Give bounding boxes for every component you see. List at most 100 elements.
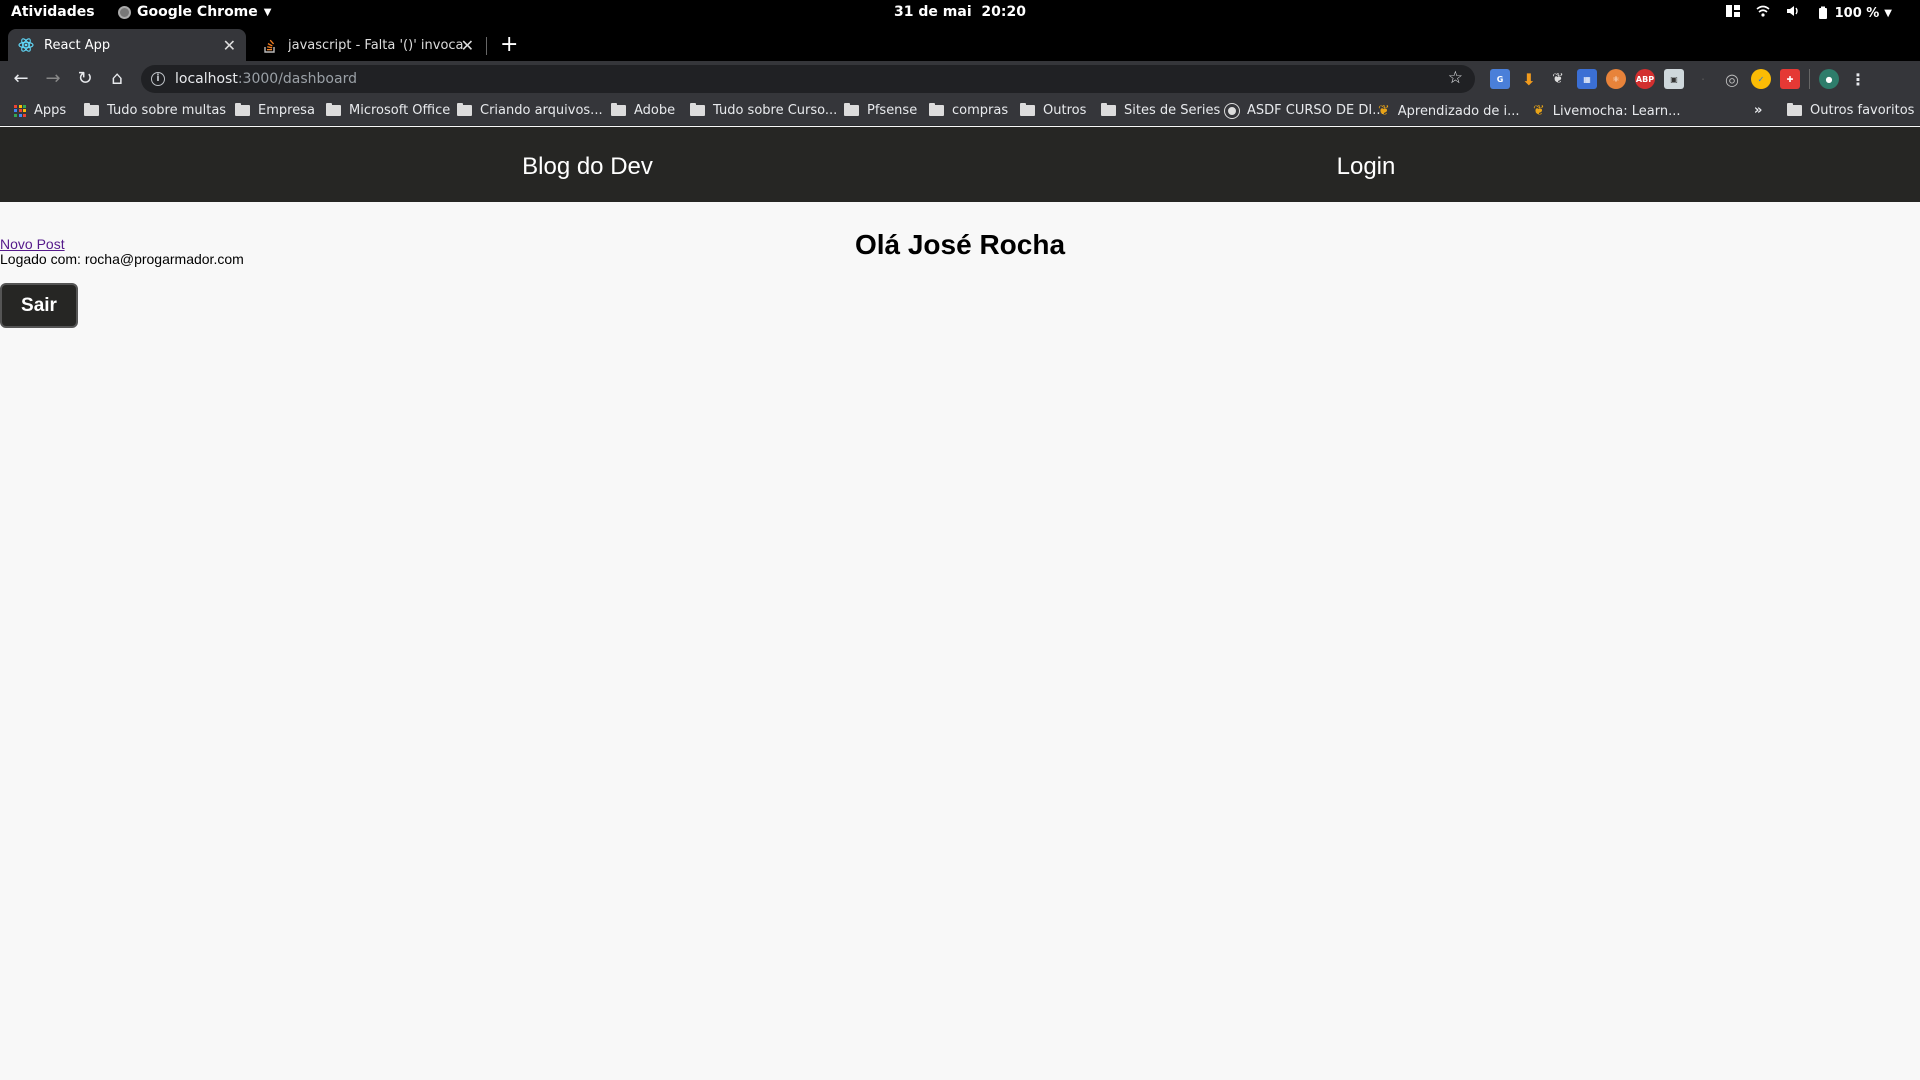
- bookmark-label: Adobe: [634, 103, 676, 118]
- bookmark-label: Tudo sobre multas: [107, 103, 227, 118]
- bookmark-apps[interactable]: Apps: [14, 103, 66, 118]
- bookmark-folder[interactable]: Criando arquivos...: [457, 103, 603, 118]
- info-icon[interactable]: i: [151, 72, 165, 86]
- battery-level: 100 %: [1834, 5, 1880, 21]
- folder-icon: [84, 103, 99, 116]
- system-top-bar: Atividades Google Chrome ▼ 31 de mai 20:…: [0, 0, 1920, 25]
- calendar-extension-icon[interactable]: ▦: [1577, 69, 1597, 89]
- folder-icon: [611, 103, 626, 116]
- download-extension-icon[interactable]: ⬇: [1519, 69, 1539, 89]
- folder-icon: [844, 103, 859, 116]
- bookmark-link[interactable]: ❦ Livemocha: Learn...: [1533, 103, 1681, 119]
- bookmark-star-icon[interactable]: ☆: [1448, 68, 1463, 88]
- bookmark-link[interactable]: ❦ Aprendizado de i...: [1378, 103, 1520, 119]
- battery-indicator[interactable]: 100 % ▼: [1816, 6, 1892, 21]
- profile-avatar[interactable]: ●: [1819, 69, 1839, 89]
- image-extension-icon[interactable]: ▣: [1664, 69, 1684, 89]
- wifi-icon[interactable]: [1756, 4, 1770, 22]
- globe-icon: [1225, 103, 1239, 118]
- back-button[interactable]: ←: [10, 68, 32, 90]
- bookmark-label: compras: [952, 103, 1009, 118]
- bookmark-folder[interactable]: Tudo sobre Curso...: [690, 103, 837, 118]
- bookmark-label: Sites de Series: [1124, 103, 1221, 118]
- tab-stackoverflow[interactable]: javascript - Falta '()' invocand ✕: [252, 29, 484, 61]
- circle-extension-icon[interactable]: ◎: [1722, 69, 1742, 89]
- clock-time: 20:20: [981, 4, 1026, 20]
- chevron-down-icon: ▼: [1884, 7, 1892, 19]
- url-path: :3000/dashboard: [237, 71, 357, 87]
- react-devtools-extension-icon[interactable]: ⚛: [1606, 69, 1626, 89]
- tab-react-app[interactable]: React App ✕: [8, 29, 246, 61]
- extension-icons: G ⬇ ❦ ▦ ⚛ ABP ▣ · ◎ ✓ ✚ ● ⋮: [1490, 69, 1868, 89]
- bookmark-link[interactable]: ASDF CURSO DE DI...: [1225, 103, 1385, 118]
- adblock-extension-icon[interactable]: ABP: [1635, 69, 1655, 89]
- livemocha-icon: ❦: [1378, 103, 1390, 119]
- bookmarks-overflow-label: »: [1754, 103, 1763, 118]
- menu-kebab-icon[interactable]: ⋮: [1848, 69, 1868, 89]
- logout-button[interactable]: Sair: [0, 283, 78, 328]
- google-extension-icon[interactable]: ✓: [1751, 69, 1771, 89]
- bookmarks-bar: Apps Tudo sobre multas Empresa Microsoft…: [0, 96, 1920, 126]
- new-tab-button[interactable]: +: [500, 32, 518, 58]
- battery-icon: [1818, 6, 1827, 19]
- stackoverflow-icon: [262, 37, 278, 53]
- clock-date: 31 de mai: [894, 4, 972, 20]
- new-post-link[interactable]: Novo Post: [0, 236, 65, 252]
- bookmark-folder[interactable]: Outros: [1020, 103, 1086, 118]
- wappalyzer-extension-icon[interactable]: ❦: [1548, 69, 1568, 89]
- reload-button[interactable]: ↻: [74, 68, 96, 90]
- site-brand-link[interactable]: Blog do Dev: [0, 153, 1175, 181]
- folder-icon: [1101, 103, 1116, 116]
- folder-icon: [326, 103, 341, 116]
- app-menu-label: Google Chrome: [137, 4, 258, 20]
- tab-strip: React App ✕ javascript - Falta '()' invo…: [0, 25, 1920, 61]
- bookmark-folder[interactable]: Pfsense: [844, 103, 917, 118]
- volume-icon[interactable]: [1786, 4, 1800, 22]
- bookmark-label: Criando arquivos...: [480, 103, 603, 118]
- folder-icon: [1020, 103, 1035, 116]
- bookmark-label: Outros favoritos: [1810, 103, 1915, 118]
- dashboard-page: Olá José Rocha Novo Post Logado com: roc…: [0, 203, 1920, 1080]
- close-tab-icon[interactable]: ✕: [223, 36, 236, 55]
- toolbar-separator: [1809, 69, 1810, 89]
- chrome-icon: [118, 5, 131, 19]
- tab-separator: [486, 37, 487, 55]
- bookmark-label: Empresa: [258, 103, 315, 118]
- bookmark-label: Aprendizado de i...: [1397, 103, 1520, 119]
- bookmark-other-folder[interactable]: Outros favoritos: [1787, 103, 1914, 118]
- clip-extension-icon[interactable]: ✚: [1780, 69, 1800, 89]
- bookmarks-overflow-button[interactable]: »: [1754, 103, 1762, 118]
- bookmark-folder[interactable]: Sites de Series: [1101, 103, 1220, 118]
- translate-extension-icon[interactable]: G: [1490, 69, 1510, 89]
- livemocha-icon: ❦: [1533, 103, 1545, 119]
- address-bar[interactable]: i localhost:3000/dashboard ☆: [141, 65, 1475, 93]
- folder-icon: [235, 103, 250, 116]
- bookmark-label: Apps: [34, 103, 67, 118]
- folder-icon: [1787, 103, 1802, 116]
- bookmark-folder[interactable]: Empresa: [235, 103, 315, 118]
- folder-icon: [457, 103, 472, 116]
- tab-title: javascript - Falta '()' invocand: [288, 37, 463, 53]
- chevron-down-icon: ▼: [263, 6, 272, 18]
- app-menu[interactable]: Google Chrome ▼: [118, 4, 271, 20]
- browser-toolbar: ← → ↻ ⌂ i localhost:3000/dashboard ☆ G ⬇…: [0, 61, 1920, 96]
- activities-button[interactable]: Atividades: [11, 4, 95, 20]
- login-link[interactable]: Login: [1335, 153, 1397, 181]
- bookmark-label: Tudo sobre Curso...: [713, 103, 838, 118]
- workspace-icon[interactable]: [1725, 4, 1740, 22]
- site-header: Blog do Dev Login: [0, 127, 1920, 202]
- bookmark-folder[interactable]: compras: [929, 103, 1008, 118]
- bookmark-label: Livemocha: Learn...: [1552, 103, 1681, 119]
- url-host: localhost: [175, 71, 238, 87]
- close-tab-icon[interactable]: ✕: [461, 36, 474, 55]
- bookmark-folder[interactable]: Tudo sobre multas: [84, 103, 226, 118]
- bookmark-folder[interactable]: Adobe: [611, 103, 675, 118]
- tab-title: React App: [44, 37, 111, 53]
- bookmark-label: Outros: [1043, 103, 1087, 118]
- clock[interactable]: 31 de mai 20:20: [894, 4, 1026, 20]
- blank-extension-icon[interactable]: ·: [1693, 69, 1713, 89]
- bookmark-folder[interactable]: Microsoft Office: [326, 103, 450, 118]
- home-button[interactable]: ⌂: [106, 68, 128, 90]
- bookmark-label: Pfsense: [867, 103, 918, 118]
- forward-button[interactable]: →: [42, 68, 64, 90]
